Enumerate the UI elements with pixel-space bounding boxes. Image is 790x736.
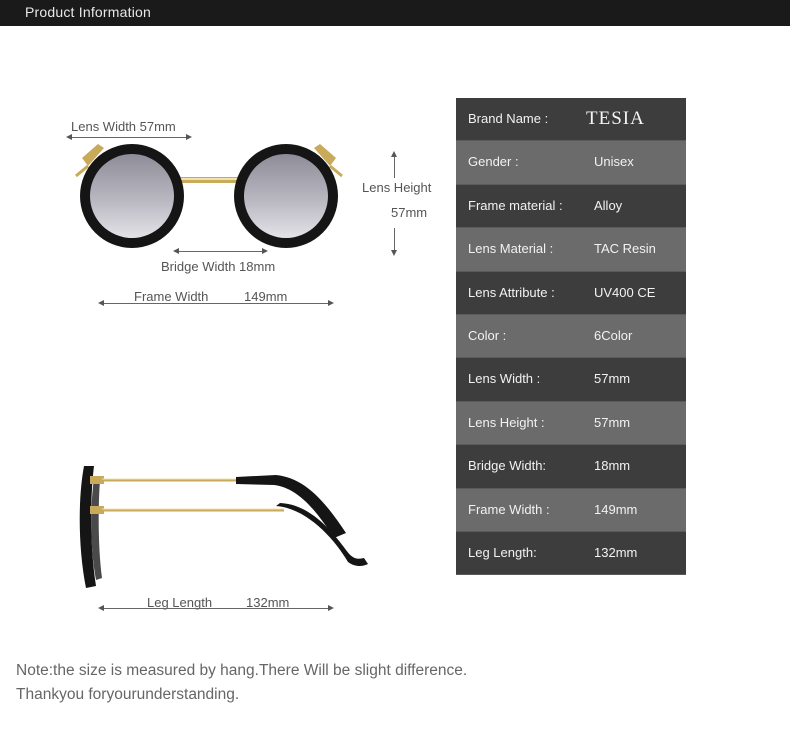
leg-length-line — [104, 608, 328, 609]
frame-width-value: 149mm — [244, 289, 288, 304]
lens-height-label: Lens Height — [362, 180, 432, 195]
spec-row-brand: Brand Name : TESIA — [456, 98, 686, 142]
lens-width-line — [72, 137, 186, 138]
spec-value: TAC Resin — [594, 241, 656, 257]
spec-key: Lens Material : — [468, 241, 554, 257]
sunglasses-side-image — [79, 466, 368, 588]
spec-row-frame-material: Frame material : Alloy — [456, 184, 686, 229]
arrow-left-icon — [173, 248, 179, 254]
spec-row-lens-material: Lens Material : TAC Resin — [456, 228, 686, 272]
spec-row-lens-width: Lens Width : 57mm — [456, 358, 686, 402]
frame-width-line — [104, 303, 328, 304]
spec-key: Lens Width : — [468, 371, 541, 387]
lens-height-value: 57mm — [391, 205, 428, 220]
bridge-width-label: Bridge Width 18mm — [161, 259, 276, 274]
spec-key: Leg Length: — [468, 544, 537, 560]
spec-table: Brand Name : TESIA Gender : Unisex Frame… — [456, 98, 686, 576]
spec-value: 149mm — [594, 501, 638, 517]
spec-key: Color : — [468, 327, 507, 343]
spec-value: Unisex — [594, 154, 634, 170]
note-line-2: Thankyou foryourunderstanding. — [16, 686, 240, 703]
sunglasses-front-image — [75, 144, 343, 248]
spec-value: 132mm — [594, 544, 638, 560]
arrow-right-icon — [328, 605, 334, 611]
spec-value: 6Color — [594, 327, 633, 343]
spec-row-lens-attribute: Lens Attribute : UV400 CE — [456, 271, 686, 315]
lens-height-line-top — [394, 156, 395, 178]
spec-row-bridge-width: Bridge Width: 18mm — [456, 445, 686, 489]
spec-row-frame-width: Frame Width : 149mm — [456, 488, 686, 532]
arrow-right-icon — [328, 300, 334, 306]
header-bar: Product Information — [0, 0, 790, 26]
header-title: Product Information — [25, 4, 151, 20]
arrow-right-icon — [186, 134, 192, 140]
spec-row-leg-length: Leg Length: 132mm — [456, 531, 686, 576]
spec-row-gender: Gender : Unisex — [456, 141, 686, 185]
arrow-right-icon — [262, 248, 268, 254]
spec-value: 18mm — [594, 458, 631, 474]
spec-row-color: Color : 6Color — [456, 314, 686, 359]
spec-key: Frame Width : — [468, 501, 550, 517]
spec-value: 57mm — [594, 414, 631, 430]
arrow-left-icon — [98, 605, 104, 611]
spec-value: 57mm — [594, 371, 631, 387]
spec-key: Frame material : — [468, 197, 563, 213]
brand-logo-text: TESIA — [586, 108, 645, 129]
arrow-down-icon — [391, 250, 397, 256]
spec-key: Bridge Width: — [468, 458, 547, 474]
frame-width-label: Frame Width — [134, 289, 209, 304]
bridge-width-line — [178, 251, 262, 252]
arrow-left-icon — [66, 134, 72, 140]
lens-height-line-bottom — [394, 228, 395, 251]
spec-value: UV400 CE — [594, 284, 656, 300]
spec-key: Brand Name : — [468, 111, 549, 126]
arrow-left-icon — [98, 300, 104, 306]
spec-key: Lens Attribute : — [468, 284, 555, 300]
note-line-1: Note:the size is measured by hang.There … — [16, 662, 468, 679]
spec-row-lens-height: Lens Height : 57mm — [456, 401, 686, 446]
spec-key: Lens Height : — [468, 414, 545, 430]
spec-value: Alloy — [594, 197, 623, 213]
lens-width-label: Lens Width 57mm — [71, 119, 176, 134]
spec-key: Gender : — [468, 154, 519, 170]
